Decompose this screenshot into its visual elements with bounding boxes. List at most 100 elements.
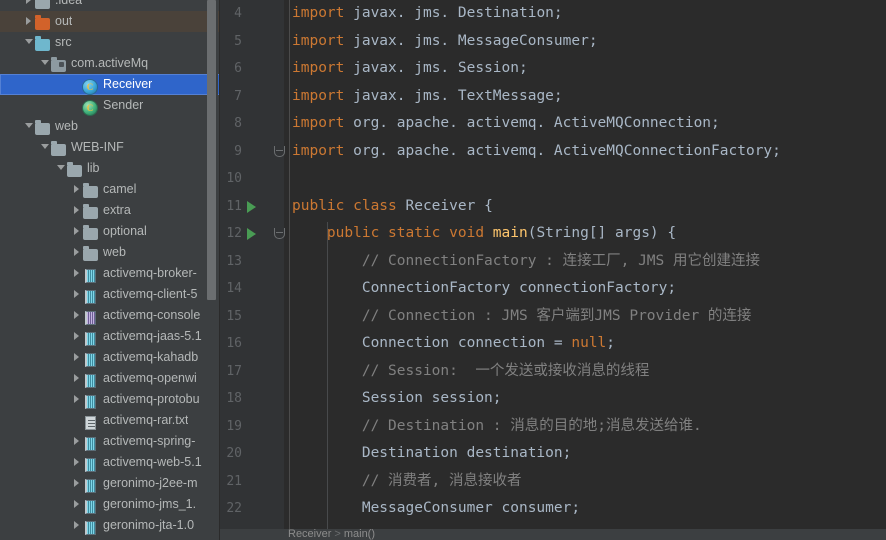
tree-item-out[interactable]: out <box>0 11 220 32</box>
tree-item-web[interactable]: web <box>0 242 220 263</box>
tree-item-geronimo-jta-1-0[interactable]: geronimo-jta-1.0 <box>0 515 220 536</box>
editor-area[interactable]: 4567891011121314151617181920212223 impor… <box>220 0 886 540</box>
line-number: 5 <box>234 33 242 49</box>
chevron-right-icon[interactable] <box>72 431 83 452</box>
code-line[interactable]: import javax. jms. TextMessage; <box>292 83 886 111</box>
package-icon <box>51 56 67 72</box>
tree-item-activemq-broker[interactable]: activemq-broker- <box>0 263 220 284</box>
chevron-right-icon[interactable] <box>72 305 83 326</box>
chevron-down-icon[interactable] <box>40 137 51 158</box>
project-tree[interactable]: .idea out src com.activeMq Receiver Sender web… <box>0 0 220 536</box>
tree-item-camel[interactable]: camel <box>0 179 220 200</box>
chevron-right-icon[interactable] <box>72 221 83 242</box>
line-number: 17 <box>226 363 242 379</box>
breadcrumb[interactable]: Receiver > main() <box>220 529 886 540</box>
jar-icon <box>83 518 99 535</box>
chevron-right-icon[interactable] <box>24 0 35 11</box>
tree-item-src[interactable]: src <box>0 32 220 53</box>
code-line[interactable]: Connection connection = null; <box>292 330 886 358</box>
package-icon-glyph <box>51 56 66 72</box>
chevron-right-icon[interactable] <box>72 179 83 200</box>
jar-icon <box>83 287 99 304</box>
tree-item-lib[interactable]: lib <box>0 158 220 179</box>
code-token: ; <box>772 142 781 159</box>
chevron-down-icon[interactable] <box>24 116 35 137</box>
chevron-down-icon[interactable] <box>40 53 51 74</box>
tree-item-activemq-protobu[interactable]: activemq-protobu <box>0 389 220 410</box>
tree-item-com-activemq[interactable]: com.activeMq <box>0 53 220 74</box>
code-line[interactable]: import javax. jms. Session; <box>292 55 886 83</box>
tree-item-activemq-kahadb[interactable]: activemq-kahadb <box>0 347 220 368</box>
run-arrow-icon[interactable] <box>247 228 256 240</box>
code-line[interactable]: Session session; <box>292 385 886 413</box>
tree-item-label: activemq-broker- <box>103 266 197 280</box>
tree-item-activemq-client-5[interactable]: activemq-client-5 <box>0 284 220 305</box>
chevron-right-icon[interactable] <box>72 368 83 389</box>
chevron-right-icon[interactable] <box>72 263 83 284</box>
code-fold-bottom-icon[interactable] <box>274 145 285 157</box>
chevron-right-icon[interactable] <box>72 473 83 494</box>
line-number: 22 <box>226 501 242 516</box>
code-line[interactable]: // Connection : JMS 客户端到JMS Provider 的连接 <box>292 303 886 331</box>
jar-icon <box>83 266 99 283</box>
line-number: 16 <box>226 336 242 351</box>
code-fold-bottom-icon[interactable] <box>274 228 285 239</box>
tree-item-label: activemq-kahadb <box>103 350 199 364</box>
code-line[interactable]: // 消费者, 消息接收者 <box>292 468 886 496</box>
line-number: 7 <box>234 88 242 104</box>
chevron-right-icon[interactable] <box>72 284 83 305</box>
code-line[interactable]: // Destination : 消息的目的地;消息发送给谁. <box>292 413 886 441</box>
line-number: 6 <box>234 61 242 76</box>
tree-item-web[interactable]: web <box>0 116 220 137</box>
tree-item-web-inf[interactable]: WEB-INF <box>0 137 220 158</box>
code-line[interactable]: import javax. jms. MessageConsumer; <box>292 28 886 56</box>
chevron-down-icon[interactable] <box>56 158 67 179</box>
jar-icon <box>83 434 99 451</box>
tree-item-activemq-console[interactable]: activemq-console <box>0 305 220 326</box>
tree-item-sender[interactable]: Sender <box>0 95 220 116</box>
code-line[interactable]: Destination destination; <box>292 440 886 468</box>
chevron-right-icon[interactable] <box>72 452 83 473</box>
tree-item-receiver[interactable]: Receiver <box>0 74 220 95</box>
breadcrumb-item[interactable]: Receiver <box>288 529 331 540</box>
code-line[interactable]: // ConnectionFactory : 连接工厂, JMS 用它创建连接 <box>292 248 886 276</box>
tree-item-activemq-web-5-1[interactable]: activemq-web-5.1 <box>0 452 220 473</box>
code-fold-column[interactable] <box>274 0 286 540</box>
chevron-right-icon[interactable] <box>72 389 83 410</box>
run-arrow-icon[interactable] <box>247 200 256 213</box>
tree-item-activemq-jaas-5-1[interactable]: activemq-jaas-5.1 <box>0 326 220 347</box>
tree-item-activemq-openwi[interactable]: activemq-openwi <box>0 368 220 389</box>
code-line[interactable]: import javax. jms. Destination; <box>292 0 886 28</box>
code-line[interactable] <box>292 165 886 193</box>
tree-item-extra[interactable]: extra <box>0 200 220 221</box>
breadcrumb-item[interactable]: main() <box>344 529 375 540</box>
chevron-right-icon[interactable] <box>72 242 83 263</box>
code-line[interactable]: import org. apache. activemq. ActiveMQCo… <box>292 138 886 166</box>
code-token: ; <box>553 5 563 21</box>
code-line[interactable]: // Session: 一个发送或接收消息的线程 <box>292 358 886 386</box>
chevron-right-icon[interactable] <box>72 200 83 221</box>
chevron-down-icon[interactable] <box>24 32 35 53</box>
tree-item-optional[interactable]: optional <box>0 221 220 242</box>
code-line[interactable]: public static void main(String[] args) { <box>292 220 886 248</box>
code-line[interactable]: MessageConsumer consumer; <box>292 495 886 523</box>
sidebar-scrollbar-track[interactable] <box>207 0 218 540</box>
chevron-right-icon[interactable] <box>72 494 83 515</box>
tree-item-geronimo-jms-1[interactable]: geronimo-jms_1. <box>0 494 220 515</box>
code-text[interactable]: import javax. jms. Destination; import ja… <box>292 0 886 540</box>
code-line[interactable]: ConnectionFactory connectionFactory; <box>292 275 886 303</box>
chevron-right-icon[interactable] <box>72 347 83 368</box>
tree-item-geronimo-j2ee-m[interactable]: geronimo-j2ee-m <box>0 473 220 494</box>
tree-item--idea[interactable]: .idea <box>0 0 220 11</box>
code-token: import <box>292 60 345 76</box>
tree-item-activemq-spring[interactable]: activemq-spring- <box>0 431 220 452</box>
chevron-right-icon[interactable] <box>72 326 83 347</box>
tree-item-label: lib <box>87 161 100 175</box>
code-line[interactable]: public class Receiver { <box>292 193 886 221</box>
code-line[interactable]: import org. apache. activemq. ActiveMQCo… <box>292 110 886 138</box>
chevron-right-icon[interactable] <box>24 11 35 32</box>
chevron-right-icon[interactable] <box>72 515 83 536</box>
folder-icon <box>51 140 67 156</box>
tree-item-activemq-rar-txt[interactable]: activemq-rar.txt <box>0 410 220 431</box>
sidebar-scrollbar-thumb[interactable] <box>207 0 216 300</box>
